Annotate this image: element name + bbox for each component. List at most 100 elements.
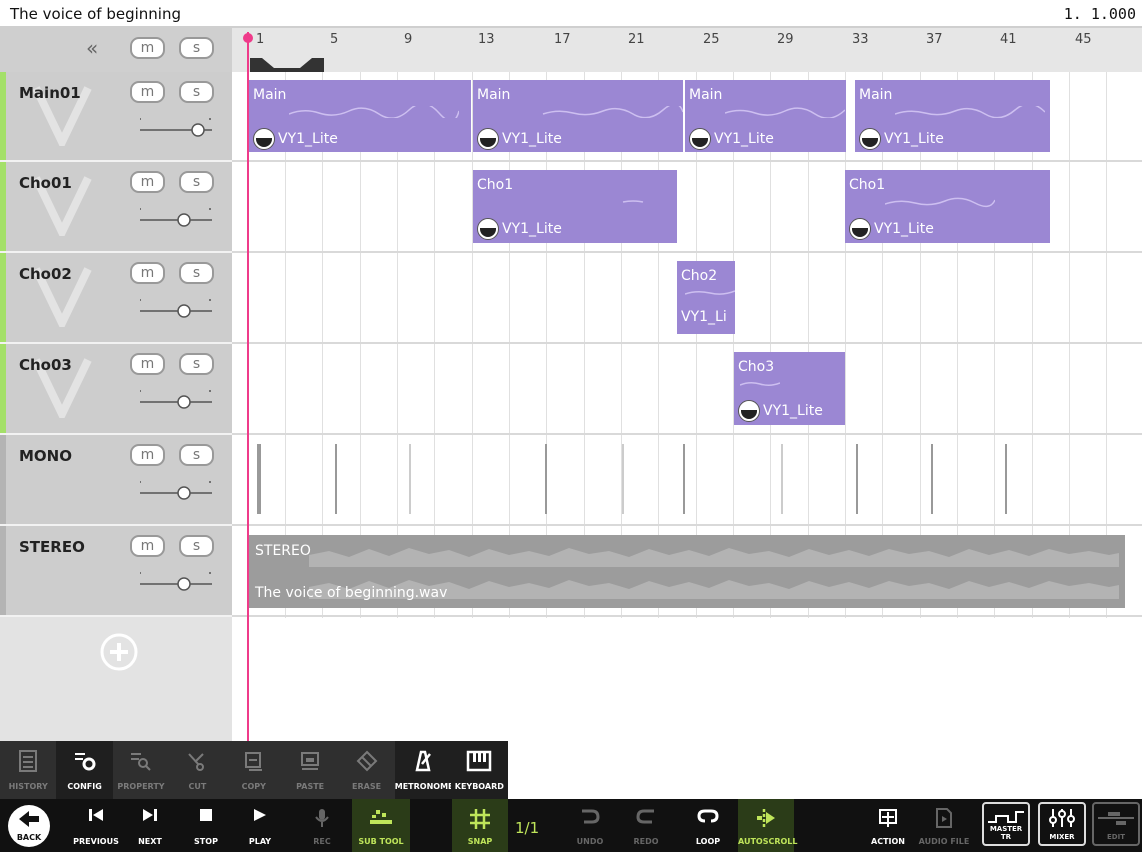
volume-slider[interactable] bbox=[140, 388, 212, 412]
track-name: MONO bbox=[19, 447, 72, 465]
mute-button[interactable]: m bbox=[130, 353, 165, 375]
track-name: Main01 bbox=[19, 84, 81, 102]
vocal-clip[interactable]: Cho2 VY1_Li bbox=[677, 261, 735, 334]
property-button[interactable]: PROPERTY bbox=[113, 741, 169, 799]
keyboard-button[interactable]: KEYBOARD bbox=[451, 741, 508, 799]
audio-marker bbox=[409, 444, 411, 514]
volume-slider[interactable] bbox=[140, 297, 212, 321]
solo-button[interactable]: s bbox=[179, 535, 214, 557]
history-button[interactable]: HISTORY bbox=[0, 741, 56, 799]
track-header-cho03[interactable]: Cho03 m s bbox=[0, 344, 232, 435]
singer-label: VY1_Lite bbox=[859, 128, 944, 150]
solo-button[interactable]: s bbox=[179, 171, 214, 193]
double-chevron-left-icon[interactable]: « bbox=[86, 36, 98, 60]
copy-button[interactable]: COPY bbox=[226, 741, 282, 799]
mute-button[interactable]: m bbox=[130, 444, 165, 466]
play-label: PLAY bbox=[248, 837, 272, 846]
snap-button[interactable]: SNAP bbox=[452, 799, 508, 852]
redo-button[interactable]: REDO bbox=[622, 799, 670, 852]
volume-slider[interactable] bbox=[140, 479, 212, 503]
track-color-strip bbox=[0, 253, 6, 342]
clip-name: Main bbox=[253, 87, 287, 103]
metronome-button[interactable]: METRONOME bbox=[394, 741, 454, 799]
loop-icon bbox=[697, 809, 719, 823]
track-header-mono[interactable]: MONO m s bbox=[0, 435, 232, 526]
back-button[interactable]: BACK bbox=[8, 805, 50, 847]
erase-button[interactable]: ERASE bbox=[338, 741, 394, 799]
track-header-cho01[interactable]: Cho01 m s bbox=[0, 162, 232, 253]
track-color-strip bbox=[0, 162, 6, 251]
master-track-button[interactable]: MASTER TR bbox=[982, 802, 1030, 846]
vocal-clip[interactable]: Cho1 VY1_Lite bbox=[473, 170, 677, 243]
audio-clip[interactable]: STEREO The voice of beginning.wav bbox=[249, 535, 1125, 608]
keyboard-icon bbox=[467, 750, 492, 772]
sub-tool-button[interactable]: SUB TOOL bbox=[352, 799, 410, 852]
loop-range-marker[interactable] bbox=[250, 58, 324, 72]
mute-button[interactable]: m bbox=[130, 262, 165, 284]
erase-label: ERASE bbox=[352, 782, 382, 791]
vocal-clip[interactable]: Main VY1_Lite bbox=[855, 80, 1050, 152]
vocal-clip[interactable]: Main VY1_Lite bbox=[473, 80, 683, 152]
mixer-button[interactable]: MIXER bbox=[1038, 802, 1086, 846]
solo-all-button[interactable]: s bbox=[179, 37, 214, 59]
snap-value[interactable]: 1/1 bbox=[515, 819, 539, 837]
singer-avatar-icon bbox=[477, 128, 499, 150]
play-button[interactable]: PLAY bbox=[236, 799, 284, 852]
stop-button[interactable]: STOP bbox=[182, 799, 230, 852]
volume-slider[interactable] bbox=[140, 206, 212, 230]
mute-all-button[interactable]: m bbox=[130, 37, 165, 59]
rec-button[interactable]: REC bbox=[298, 799, 346, 852]
action-button[interactable]: ACTION bbox=[864, 799, 912, 852]
action-icon bbox=[879, 809, 897, 827]
paste-button[interactable]: PASTE bbox=[282, 741, 338, 799]
track-header-cho02[interactable]: Cho02 m s bbox=[0, 253, 232, 344]
stop-icon bbox=[200, 809, 212, 821]
mute-button[interactable]: m bbox=[130, 81, 165, 103]
audio-file-button[interactable]: AUDIO FILE bbox=[916, 799, 972, 852]
undo-button[interactable]: UNDO bbox=[566, 799, 614, 852]
track-header-stereo[interactable]: STEREO m s bbox=[0, 526, 232, 617]
solo-button[interactable]: s bbox=[179, 444, 214, 466]
singer-name: VY1_Lite bbox=[763, 403, 823, 419]
edit-label: EDIT bbox=[1107, 833, 1125, 841]
vocal-clip[interactable]: Cho3 VY1_Lite bbox=[734, 352, 845, 425]
loop-button[interactable]: LOOP bbox=[684, 799, 732, 852]
singer-label: VY1_Lite bbox=[477, 218, 562, 240]
rec-label: REC bbox=[313, 837, 331, 846]
pitch-curve bbox=[895, 106, 1045, 118]
volume-slider[interactable] bbox=[140, 570, 212, 594]
playhead[interactable] bbox=[247, 32, 249, 741]
clip-name: Cho1 bbox=[477, 177, 514, 193]
config-button[interactable]: CONFIG bbox=[56, 741, 113, 799]
audio-marker bbox=[545, 444, 547, 514]
singer-label: VY1_Lite bbox=[738, 400, 823, 422]
singer-name: VY1_Lite bbox=[874, 221, 934, 237]
solo-button[interactable]: s bbox=[179, 81, 214, 103]
timeline-grid[interactable]: Main VY1_Lite Main VY1_Lite Main VY1_Lit… bbox=[232, 72, 1142, 741]
volume-slider[interactable] bbox=[140, 116, 212, 140]
pitch-curve bbox=[885, 197, 995, 208]
skip-next-icon bbox=[143, 809, 157, 821]
playhead-handle[interactable] bbox=[243, 33, 253, 43]
auto-scroll-button[interactable]: AUTOSCROLL bbox=[738, 799, 798, 852]
grid-icon bbox=[470, 809, 490, 829]
vocal-clip[interactable]: Main VY1_Lite bbox=[249, 80, 471, 152]
cut-label: CUT bbox=[188, 782, 207, 791]
mute-button[interactable]: m bbox=[130, 535, 165, 557]
sub-tool-icon bbox=[370, 810, 392, 824]
track-header-main01[interactable]: Main01 m s bbox=[0, 72, 232, 162]
vocal-clip[interactable]: Cho1 VY1_Lite bbox=[845, 170, 1050, 243]
cut-button[interactable]: CUT bbox=[169, 741, 225, 799]
vocal-clip[interactable]: Main VY1_Lite bbox=[685, 80, 846, 152]
singer-name: VY1_Lite bbox=[278, 131, 338, 147]
add-track-icon[interactable] bbox=[99, 632, 139, 672]
mute-button[interactable]: m bbox=[130, 171, 165, 193]
solo-button[interactable]: s bbox=[179, 353, 214, 375]
next-button[interactable]: NEXT bbox=[126, 799, 174, 852]
edit-button[interactable]: EDIT bbox=[1092, 802, 1140, 846]
bar-ruler[interactable]: 1 5 9 13 17 21 25 29 33 37 41 45 bbox=[232, 28, 1142, 72]
back-arrow-icon bbox=[19, 811, 39, 827]
previous-button[interactable]: PREVIOUS bbox=[70, 799, 122, 852]
singer-label: VY1_Lite bbox=[477, 128, 562, 150]
solo-button[interactable]: s bbox=[179, 262, 214, 284]
